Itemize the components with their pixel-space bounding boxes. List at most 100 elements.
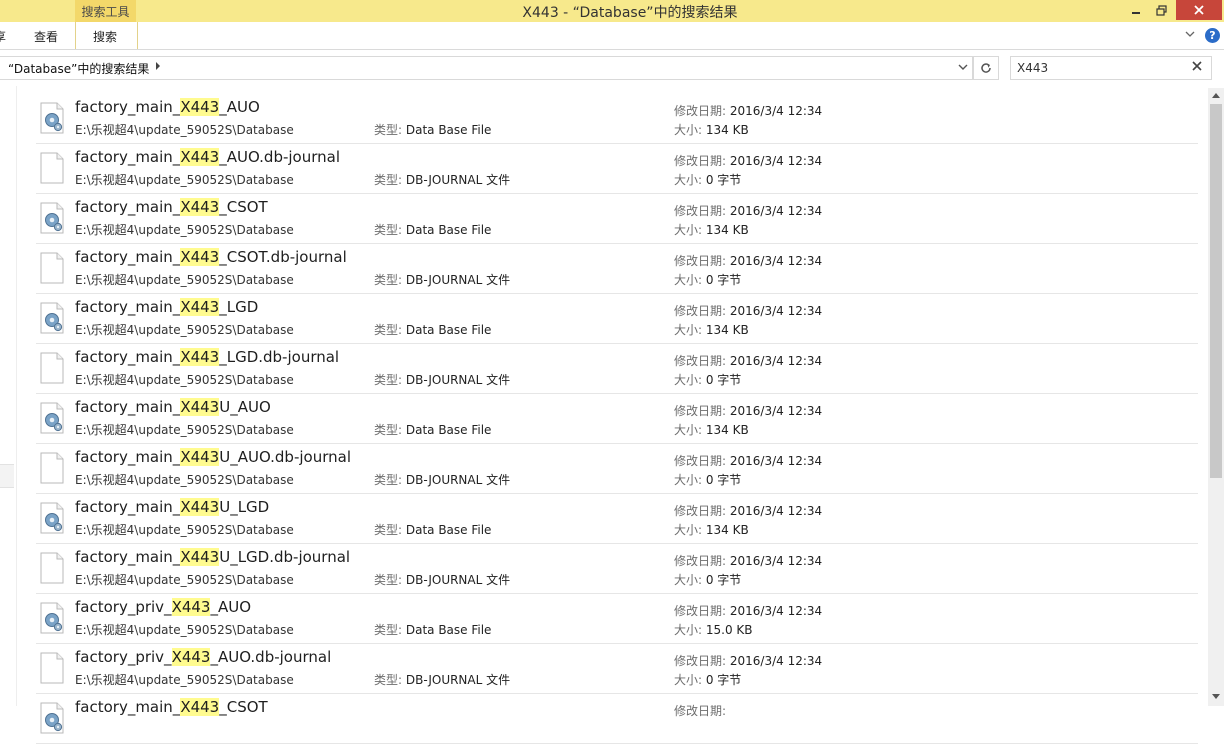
list-item[interactable]: factory_main_X443_CSOT 修改日期: (36, 694, 1198, 744)
file-type-label: 类型: (374, 373, 406, 387)
file-type-value: DB-JOURNAL 文件 (405, 673, 511, 687)
scroll-up-arrow-icon[interactable] (1208, 88, 1224, 104)
list-item[interactable]: factory_main_X443_LGD.db-journal E:\乐视超4… (36, 344, 1198, 394)
file-name[interactable]: factory_main_X443U_LGD.db-journal (75, 548, 350, 566)
modified-date: 修改日期: 2016/3/4 12:34 (674, 152, 822, 169)
file-type-label: 类型: (374, 173, 406, 187)
list-item[interactable]: factory_priv_X443_AUO E:\乐视超4\update_590… (36, 594, 1198, 644)
file-name[interactable]: factory_main_X443_AUO (75, 98, 260, 116)
file-type-label: 类型: (374, 273, 406, 287)
close-button[interactable] (1176, 0, 1222, 20)
file-size-label: 大小: (674, 323, 706, 337)
modified-date-value: 2016/3/4 12:34 (729, 304, 823, 318)
breadcrumb-chevron-icon[interactable] (154, 60, 162, 72)
modified-date-label: 修改日期: (674, 504, 730, 518)
file-size: 大小: 0 字节 (674, 471, 741, 488)
file-name-suffix: _CSOT (219, 198, 268, 216)
minimize-button[interactable] (1124, 0, 1148, 20)
blank-file-icon (39, 652, 65, 684)
scrollbar-thumb[interactable] (1210, 104, 1222, 478)
list-item[interactable]: factory_main_X443_CSOT.db-journal E:\乐视超… (36, 244, 1198, 294)
list-item[interactable]: factory_priv_X443_AUO.db-journal E:\乐视超4… (36, 644, 1198, 694)
file-name-prefix: factory_main_ (75, 248, 181, 266)
modified-date-value: 2016/3/4 12:34 (729, 154, 823, 168)
file-size-value: 15.0 KB (705, 623, 753, 637)
file-name[interactable]: factory_main_X443_CSOT (75, 198, 268, 216)
breadcrumb[interactable]: “Database”中的搜索结果 (8, 60, 149, 77)
file-type: 类型: DB-JOURNAL 文件 (374, 671, 510, 688)
search-input[interactable] (1015, 59, 1189, 77)
list-item[interactable]: factory_main_X443U_AUO.db-journal E:\乐视超… (36, 444, 1198, 494)
search-tools-context-tab[interactable]: 搜索工具 (75, 0, 136, 22)
file-type: 类型: Data Base File (374, 621, 491, 638)
file-name[interactable]: factory_main_X443U_AUO.db-journal (75, 448, 351, 466)
file-type: 类型: Data Base File (374, 121, 491, 138)
modified-date-label: 修改日期: (674, 404, 730, 418)
file-type-label: 类型: (374, 623, 406, 637)
file-type: 类型: DB-JOURNAL 文件 (374, 471, 510, 488)
help-icon[interactable]: ? (1205, 28, 1220, 43)
file-name-prefix: factory_main_ (75, 148, 181, 166)
tab-search[interactable]: 搜索 (93, 28, 117, 45)
modified-date-value: 2016/3/4 12:34 (729, 104, 823, 118)
file-type-value: Data Base File (405, 223, 492, 237)
file-name[interactable]: factory_main_X443U_AUO (75, 398, 271, 416)
file-name-prefix: factory_main_ (75, 498, 181, 516)
database-file-icon (39, 402, 65, 434)
file-name[interactable]: factory_main_X443_LGD (75, 298, 258, 316)
modified-date-label: 修改日期: (674, 554, 730, 568)
file-name-prefix: factory_main_ (75, 698, 181, 716)
refresh-button[interactable] (973, 56, 999, 80)
list-item[interactable]: factory_main_X443_AUO E:\乐视超4\update_590… (36, 94, 1198, 144)
expand-ribbon-chevron-icon[interactable] (1184, 28, 1196, 40)
modified-date-value: 2016/3/4 12:34 (729, 404, 823, 418)
modified-date: 修改日期: 2016/3/4 12:34 (674, 302, 822, 319)
file-type-value: DB-JOURNAL 文件 (405, 473, 511, 487)
modified-date-label: 修改日期: (674, 354, 730, 368)
navigation-pane (0, 86, 17, 706)
search-box[interactable] (1010, 56, 1212, 80)
file-name-suffix: _AUO (210, 598, 252, 616)
file-size-label: 大小: (674, 223, 706, 237)
file-type-value: Data Base File (405, 423, 492, 437)
list-item[interactable]: factory_main_X443_AUO.db-journal E:\乐视超4… (36, 144, 1198, 194)
list-item[interactable]: factory_main_X443U_AUO E:\乐视超4\update_59… (36, 394, 1198, 444)
file-name[interactable]: factory_priv_X443_AUO (75, 598, 251, 616)
file-name[interactable]: factory_main_X443_CSOT (75, 698, 268, 716)
file-size-label: 大小: (674, 673, 706, 687)
file-name[interactable]: factory_main_X443_AUO.db-journal (75, 148, 340, 166)
restore-button[interactable] (1148, 0, 1174, 20)
file-type-value: DB-JOURNAL 文件 (405, 373, 511, 387)
file-size-value: 0 字节 (705, 173, 742, 187)
file-name-suffix: _AUO.db-journal (210, 648, 332, 666)
restore-icon (1155, 4, 1167, 16)
list-item[interactable]: factory_main_X443_CSOT E:\乐视超4\update_59… (36, 194, 1198, 244)
navigation-pane-item[interactable] (0, 464, 14, 488)
file-path: E:\乐视超4\update_59052S\Database (75, 423, 294, 437)
file-type: 类型: Data Base File (374, 321, 491, 338)
list-item[interactable]: factory_main_X443U_LGD E:\乐视超4\update_59… (36, 494, 1198, 544)
modified-date-label: 修改日期: (674, 104, 730, 118)
file-name[interactable]: factory_priv_X443_AUO.db-journal (75, 648, 331, 666)
file-name-suffix: U_AUO (219, 398, 271, 416)
file-name[interactable]: factory_main_X443_LGD.db-journal (75, 348, 339, 366)
file-path: E:\乐视超4\update_59052S\Database (75, 123, 294, 137)
modified-date-value: 2016/3/4 12:34 (729, 254, 823, 268)
tab-share[interactable]: 享 (0, 28, 6, 45)
file-name[interactable]: factory_main_X443_CSOT.db-journal (75, 248, 347, 266)
title-bar: 搜索工具 X443 - “Database”中的搜索结果 (0, 0, 1224, 22)
modified-date: 修改日期: 2016/3/4 12:34 (674, 202, 822, 219)
file-name-prefix: factory_main_ (75, 548, 181, 566)
address-bar[interactable]: “Database”中的搜索结果 (0, 56, 973, 80)
file-type-value: Data Base File (405, 523, 492, 537)
vertical-scrollbar[interactable] (1208, 88, 1224, 706)
address-dropdown-icon[interactable] (957, 61, 969, 73)
file-path: E:\乐视超4\update_59052S\Database (75, 673, 294, 687)
clear-search-icon[interactable] (1191, 59, 1203, 73)
file-name[interactable]: factory_main_X443U_LGD (75, 498, 269, 516)
list-item[interactable]: factory_main_X443_LGD E:\乐视超4\update_590… (36, 294, 1198, 344)
tab-view[interactable]: 查看 (34, 28, 58, 45)
modified-date-label: 修改日期: (674, 304, 730, 318)
scroll-down-arrow-icon[interactable] (1208, 688, 1224, 704)
list-item[interactable]: factory_main_X443U_LGD.db-journal E:\乐视超… (36, 544, 1198, 594)
